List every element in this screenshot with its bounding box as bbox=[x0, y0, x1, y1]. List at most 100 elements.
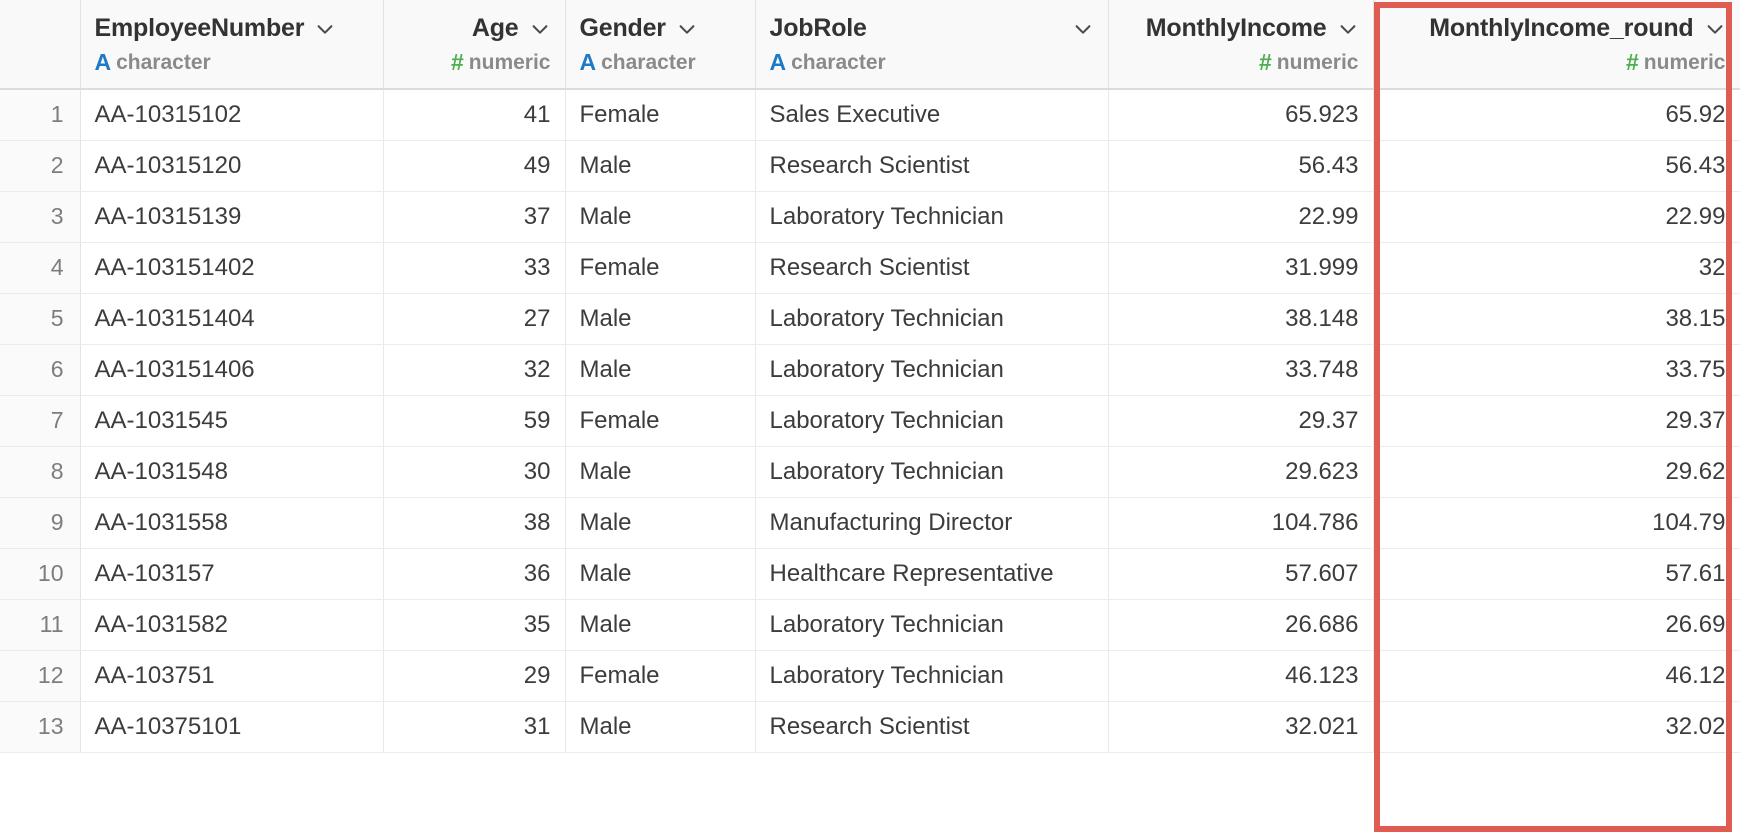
cell-monthlyincome[interactable]: 57.607 bbox=[1108, 548, 1374, 600]
cell-gender[interactable]: Male bbox=[565, 344, 756, 396]
column-header-gender[interactable]: Gender Acharacter bbox=[565, 0, 756, 90]
cell-jobrole[interactable]: Laboratory Technician bbox=[755, 599, 1109, 651]
chevron-down-icon[interactable] bbox=[1337, 18, 1359, 40]
cell-gender[interactable]: Male bbox=[565, 548, 756, 600]
cell-monthlyincome_round[interactable]: 65.92 bbox=[1373, 89, 1740, 141]
chevron-down-icon[interactable] bbox=[314, 18, 336, 40]
table-row[interactable]: 7 AA-1031545 59 Female Laboratory Technician… bbox=[0, 395, 1740, 447]
table-row[interactable]: 12 AA-103751 29 Female Laboratory Technician… bbox=[0, 650, 1740, 702]
cell-age[interactable]: 41 bbox=[383, 89, 566, 141]
cell-monthlyincome_round[interactable]: 32 bbox=[1373, 242, 1740, 294]
cell-gender[interactable]: Male bbox=[565, 701, 756, 753]
cell-age[interactable]: 38 bbox=[383, 497, 566, 549]
cell-monthlyincome_round[interactable]: 56.43 bbox=[1373, 140, 1740, 192]
chevron-down-icon[interactable] bbox=[1704, 18, 1726, 40]
cell-employeenumber[interactable]: AA-1031545 bbox=[80, 395, 384, 447]
cell-monthlyincome_round[interactable]: 32.02 bbox=[1373, 701, 1740, 753]
cell-age[interactable]: 32 bbox=[383, 344, 566, 396]
cell-gender[interactable]: Male bbox=[565, 497, 756, 549]
cell-gender[interactable]: Male bbox=[565, 599, 756, 651]
cell-employeenumber[interactable]: AA-103157 bbox=[80, 548, 384, 600]
table-row[interactable]: 5 AA-103151404 27 Male Laboratory Technician… bbox=[0, 293, 1740, 345]
cell-gender[interactable]: Female bbox=[565, 650, 756, 702]
table-row[interactable]: 3 AA-10315139 37 Male Laboratory Technician 2… bbox=[0, 191, 1740, 243]
cell-age[interactable]: 27 bbox=[383, 293, 566, 345]
cell-employeenumber[interactable]: AA-10315139 bbox=[80, 191, 384, 243]
cell-jobrole[interactable]: Healthcare Representative bbox=[755, 548, 1109, 600]
table-row[interactable]: 13 AA-10375101 31 Male Research Scientist 32.… bbox=[0, 701, 1740, 753]
cell-jobrole[interactable]: Sales Executive bbox=[755, 89, 1109, 141]
cell-gender[interactable]: Male bbox=[565, 446, 756, 498]
cell-gender[interactable]: Male bbox=[565, 191, 756, 243]
cell-monthlyincome_round[interactable]: 38.15 bbox=[1373, 293, 1740, 345]
cell-age[interactable]: 37 bbox=[383, 191, 566, 243]
table-row[interactable]: 8 AA-1031548 30 Male Laboratory Technician 29… bbox=[0, 446, 1740, 498]
table-row[interactable]: 10 AA-103157 36 Male Healthcare Representati… bbox=[0, 548, 1740, 600]
cell-employeenumber[interactable]: AA-1031558 bbox=[80, 497, 384, 549]
cell-employeenumber[interactable]: AA-103151404 bbox=[80, 293, 384, 345]
table-row[interactable]: 11 AA-1031582 35 Male Laboratory Technician 2… bbox=[0, 599, 1740, 651]
cell-monthlyincome[interactable]: 29.37 bbox=[1108, 395, 1374, 447]
cell-monthlyincome[interactable]: 56.43 bbox=[1108, 140, 1374, 192]
column-header-monthlyincome_round[interactable]: MonthlyIncome_round # numeric bbox=[1373, 0, 1740, 90]
cell-jobrole[interactable]: Manufacturing Director bbox=[755, 497, 1109, 549]
cell-age[interactable]: 30 bbox=[383, 446, 566, 498]
cell-monthlyincome[interactable]: 32.021 bbox=[1108, 701, 1374, 753]
column-header-age[interactable]: Age # numeric bbox=[383, 0, 566, 90]
cell-gender[interactable]: Male bbox=[565, 140, 756, 192]
cell-employeenumber[interactable]: AA-103151402 bbox=[80, 242, 384, 294]
column-header-jobrole[interactable]: JobRole Acharacter bbox=[755, 0, 1109, 90]
cell-monthlyincome[interactable]: 65.923 bbox=[1108, 89, 1374, 141]
cell-jobrole[interactable]: Laboratory Technician bbox=[755, 344, 1109, 396]
column-header-monthlyincome[interactable]: MonthlyIncome # numeric bbox=[1108, 0, 1374, 90]
table-row[interactable]: 2 AA-10315120 49 Male Research Scientist 56.4… bbox=[0, 140, 1740, 192]
cell-employeenumber[interactable]: AA-10375101 bbox=[80, 701, 384, 753]
chevron-down-icon[interactable] bbox=[529, 18, 551, 40]
cell-jobrole[interactable]: Laboratory Technician bbox=[755, 395, 1109, 447]
cell-jobrole[interactable]: Research Scientist bbox=[755, 242, 1109, 294]
cell-monthlyincome[interactable]: 29.623 bbox=[1108, 446, 1374, 498]
cell-age[interactable]: 36 bbox=[383, 548, 566, 600]
cell-age[interactable]: 59 bbox=[383, 395, 566, 447]
column-header-employeenumber[interactable]: EmployeeNumber Acharacter bbox=[80, 0, 384, 90]
chevron-down-icon[interactable] bbox=[1072, 18, 1094, 40]
cell-monthlyincome[interactable]: 33.748 bbox=[1108, 344, 1374, 396]
cell-jobrole[interactable]: Research Scientist bbox=[755, 140, 1109, 192]
cell-employeenumber[interactable]: AA-10315120 bbox=[80, 140, 384, 192]
cell-gender[interactable]: Female bbox=[565, 242, 756, 294]
cell-jobrole[interactable]: Laboratory Technician bbox=[755, 191, 1109, 243]
cell-age[interactable]: 35 bbox=[383, 599, 566, 651]
cell-monthlyincome_round[interactable]: 33.75 bbox=[1373, 344, 1740, 396]
cell-employeenumber[interactable]: AA-10315102 bbox=[80, 89, 384, 141]
cell-monthlyincome[interactable]: 22.99 bbox=[1108, 191, 1374, 243]
cell-jobrole[interactable]: Laboratory Technician bbox=[755, 650, 1109, 702]
cell-monthlyincome[interactable]: 46.123 bbox=[1108, 650, 1374, 702]
cell-monthlyincome_round[interactable]: 104.79 bbox=[1373, 497, 1740, 549]
cell-employeenumber[interactable]: AA-1031548 bbox=[80, 446, 384, 498]
cell-gender[interactable]: Male bbox=[565, 293, 756, 345]
cell-jobrole[interactable]: Research Scientist bbox=[755, 701, 1109, 753]
cell-age[interactable]: 31 bbox=[383, 701, 566, 753]
cell-monthlyincome[interactable]: 38.148 bbox=[1108, 293, 1374, 345]
cell-gender[interactable]: Female bbox=[565, 89, 756, 141]
cell-monthlyincome_round[interactable]: 22.99 bbox=[1373, 191, 1740, 243]
table-row[interactable]: 6 AA-103151406 32 Male Laboratory Technician… bbox=[0, 344, 1740, 396]
cell-jobrole[interactable]: Laboratory Technician bbox=[755, 446, 1109, 498]
cell-employeenumber[interactable]: AA-1031582 bbox=[80, 599, 384, 651]
cell-monthlyincome[interactable]: 26.686 bbox=[1108, 599, 1374, 651]
cell-monthlyincome_round[interactable]: 57.61 bbox=[1373, 548, 1740, 600]
cell-age[interactable]: 33 bbox=[383, 242, 566, 294]
table-row[interactable]: 4 AA-103151402 33 Female Research Scientist 3… bbox=[0, 242, 1740, 294]
cell-gender[interactable]: Female bbox=[565, 395, 756, 447]
cell-age[interactable]: 49 bbox=[383, 140, 566, 192]
cell-jobrole[interactable]: Laboratory Technician bbox=[755, 293, 1109, 345]
cell-monthlyincome[interactable]: 31.999 bbox=[1108, 242, 1374, 294]
cell-monthlyincome_round[interactable]: 26.69 bbox=[1373, 599, 1740, 651]
cell-monthlyincome_round[interactable]: 46.12 bbox=[1373, 650, 1740, 702]
cell-employeenumber[interactable]: AA-103151406 bbox=[80, 344, 384, 396]
cell-monthlyincome_round[interactable]: 29.37 bbox=[1373, 395, 1740, 447]
table-row[interactable]: 9 AA-1031558 38 Male Manufacturing Director 1… bbox=[0, 497, 1740, 549]
cell-monthlyincome[interactable]: 104.786 bbox=[1108, 497, 1374, 549]
cell-age[interactable]: 29 bbox=[383, 650, 566, 702]
cell-employeenumber[interactable]: AA-103751 bbox=[80, 650, 384, 702]
